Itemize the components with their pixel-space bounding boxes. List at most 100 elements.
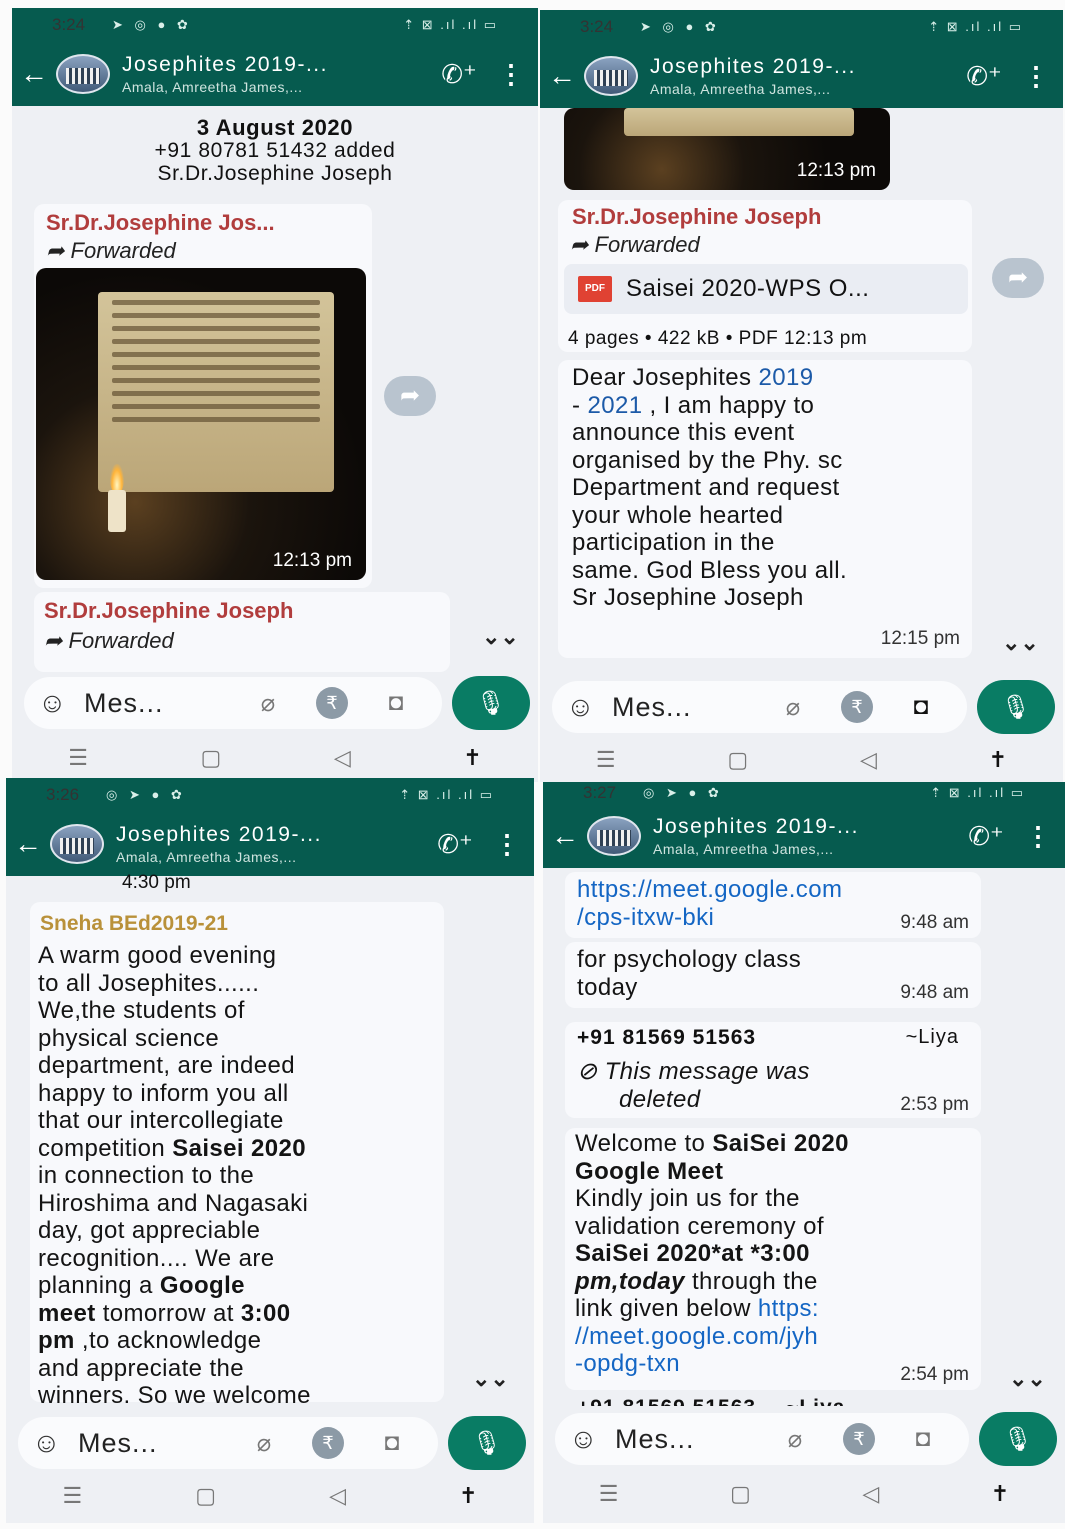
input-placeholder[interactable]: Mes...: [609, 1424, 763, 1455]
scroll-down-icon[interactable]: ⌄⌄: [1002, 630, 1039, 656]
sender-name[interactable]: ~Liya: [906, 1026, 959, 1049]
message-bubble[interactable]: Sr.Dr.Josephine Joseph ➦ Forwarded: [34, 592, 450, 672]
emoji-icon[interactable]: ☺: [569, 1423, 609, 1455]
scroll-down-icon[interactable]: ⌄⌄: [482, 624, 519, 650]
back-arrow-icon[interactable]: ←: [12, 58, 56, 90]
scroll-image[interactable]: 12:13 pm: [36, 268, 366, 580]
message-input[interactable]: ☺ Mes... ⌀ ₹ ◘: [24, 677, 442, 729]
mic-button[interactable]: 🎙: [448, 1416, 526, 1470]
group-avatar[interactable]: [584, 56, 638, 96]
home-icon[interactable]: ▢: [727, 747, 748, 773]
back-arrow-icon[interactable]: ←: [6, 828, 50, 860]
sender-name[interactable]: Sr.Dr.Josephine Jos...: [46, 210, 275, 236]
chat-title-block[interactable]: Josephites 2019-... Amala, Amreetha Jame…: [122, 53, 434, 95]
payment-icon[interactable]: ₹: [296, 1427, 360, 1459]
scroll-image[interactable]: 12:13 pm: [564, 108, 890, 190]
android-nav-bar: ☰ ▢ ◁ ✝: [6, 1474, 534, 1518]
recents-icon[interactable]: ☰: [68, 745, 88, 771]
emoji-icon[interactable]: ☺: [566, 691, 606, 723]
meet-link-cont[interactable]: //meet.google.com/jyh: [575, 1323, 849, 1351]
group-avatar[interactable]: [50, 824, 104, 864]
group-avatar[interactable]: [587, 816, 641, 856]
sender-name[interactable]: Sneha BEd2019-21: [40, 912, 228, 936]
attach-icon[interactable]: ⌀: [236, 689, 300, 718]
message-input[interactable]: ☺ Mes... ⌀ ₹ ◘: [18, 1417, 438, 1469]
emoji-icon[interactable]: ☺: [38, 687, 78, 719]
more-options-icon[interactable]: ⋮: [1009, 61, 1063, 92]
accessibility-icon[interactable]: ✝: [991, 1481, 1009, 1507]
more-options-icon[interactable]: ⋮: [480, 829, 534, 860]
home-icon[interactable]: ▢: [201, 745, 222, 771]
document-name: Saisei 2020-WPS O...: [626, 275, 870, 302]
meet-link-cont[interactable]: /cps-itxw-bki: [577, 904, 842, 932]
mic-button[interactable]: 🎙: [452, 676, 530, 730]
message-input[interactable]: ☺ Mes... ⌀ ₹ ◘: [555, 1413, 969, 1465]
attach-icon[interactable]: ⌀: [761, 693, 825, 722]
microphone-icon: 🎙: [475, 689, 507, 717]
group-avatar[interactable]: [56, 54, 110, 94]
android-nav-bar: ☰ ▢ ◁ ✝: [540, 738, 1063, 782]
meet-link[interactable]: https:: [758, 1295, 819, 1322]
sender-name[interactable]: Sr.Dr.Josephine Joseph: [44, 598, 293, 624]
message-input[interactable]: ☺ Mes... ⌀ ₹ ◘: [552, 681, 967, 733]
message-bubble[interactable]: https://meet.google.com /cps-itxw-bki 9:…: [565, 872, 981, 938]
message-bubble[interactable]: for psychology class today 9:48 am: [565, 942, 981, 1008]
back-arrow-icon[interactable]: ←: [540, 60, 584, 92]
camera-icon[interactable]: ◘: [889, 693, 953, 721]
home-icon[interactable]: ▢: [730, 1481, 751, 1507]
sender-name[interactable]: Sr.Dr.Josephine Joseph: [572, 204, 821, 230]
camera-icon[interactable]: ◘: [364, 689, 428, 717]
scroll-down-icon[interactable]: ⌄⌄: [472, 1366, 509, 1392]
accessibility-icon[interactable]: ✝: [989, 747, 1007, 773]
mic-button[interactable]: 🎙: [979, 1412, 1057, 1466]
meet-link-end[interactable]: -opdg-txn: [575, 1350, 849, 1378]
home-icon[interactable]: ▢: [195, 1483, 216, 1509]
attach-icon[interactable]: ⌀: [763, 1425, 827, 1454]
chat-title-block[interactable]: Josephites 2019-... Amala, Amreetha Jame…: [650, 55, 959, 97]
back-nav-icon[interactable]: ◁: [329, 1483, 346, 1509]
chat-title-block[interactable]: Josephites 2019-... Amala, Amreetha Jame…: [116, 823, 430, 865]
recents-icon[interactable]: ☰: [596, 747, 616, 773]
message-bubble[interactable]: Sneha BEd2019-21 A warm good evening to …: [30, 902, 444, 1409]
message-bubble[interactable]: Sr.Dr.Josephine Jos... ➦ Forwarded 12:13…: [34, 204, 372, 588]
message-bubble[interactable]: +91 81569 51563 ~Liya ⊘ This message was…: [565, 1022, 981, 1118]
add-call-icon[interactable]: ✆⁺: [959, 61, 1009, 92]
mic-button[interactable]: 🎙: [977, 680, 1055, 734]
message-bubble[interactable]: Welcome to SaiSei 2020 Google Meet Kindl…: [565, 1128, 981, 1390]
accessibility-icon[interactable]: ✝: [459, 1483, 477, 1509]
recents-icon[interactable]: ☰: [63, 1483, 83, 1509]
payment-icon[interactable]: ₹: [825, 691, 889, 723]
scroll-down-icon[interactable]: ⌄⌄: [1009, 1366, 1046, 1392]
pdf-attachment[interactable]: PDF Saisei 2020-WPS O...: [564, 264, 968, 314]
camera-icon[interactable]: ◘: [891, 1425, 955, 1453]
year-link[interactable]: 2021: [587, 392, 642, 419]
back-nav-icon[interactable]: ◁: [860, 747, 877, 773]
sender-phone[interactable]: +91 81569 51563: [577, 1026, 756, 1050]
camera-icon[interactable]: ◘: [360, 1429, 424, 1457]
emoji-icon[interactable]: ☺: [32, 1427, 72, 1459]
attach-icon[interactable]: ⌀: [232, 1429, 296, 1458]
recents-icon[interactable]: ☰: [599, 1481, 619, 1507]
forward-share-icon[interactable]: ➦: [992, 258, 1044, 298]
meet-link[interactable]: https://meet.google.com: [577, 876, 842, 904]
more-options-icon[interactable]: ⋮: [1011, 821, 1065, 852]
input-placeholder[interactable]: Mes...: [78, 688, 236, 719]
payment-icon[interactable]: ₹: [300, 687, 364, 719]
payment-icon[interactable]: ₹: [827, 1423, 891, 1455]
back-nav-icon[interactable]: ◁: [334, 745, 351, 771]
message-bubble[interactable]: Dear Josephites 2019 - 2021 , I am happy…: [558, 360, 972, 658]
back-nav-icon[interactable]: ◁: [862, 1481, 879, 1507]
add-call-icon[interactable]: ✆⁺: [434, 59, 484, 90]
accessibility-icon[interactable]: ✝: [463, 745, 481, 771]
year-link[interactable]: 2019: [759, 364, 814, 391]
more-options-icon[interactable]: ⋮: [484, 59, 538, 90]
add-call-icon[interactable]: ✆⁺: [961, 821, 1011, 852]
status-time: 3:26: [46, 785, 80, 804]
chat-title-block[interactable]: Josephites 2019-... Amala, Amreetha Jame…: [653, 815, 961, 857]
input-placeholder[interactable]: Mes...: [72, 1428, 232, 1459]
input-placeholder[interactable]: Mes...: [606, 692, 761, 723]
message-bubble[interactable]: Sr.Dr.Josephine Joseph ➦ Forwarded PDF S…: [558, 200, 972, 352]
add-call-icon[interactable]: ✆⁺: [430, 829, 480, 860]
forward-share-icon[interactable]: ➦: [384, 376, 436, 416]
back-arrow-icon[interactable]: ←: [543, 820, 587, 852]
